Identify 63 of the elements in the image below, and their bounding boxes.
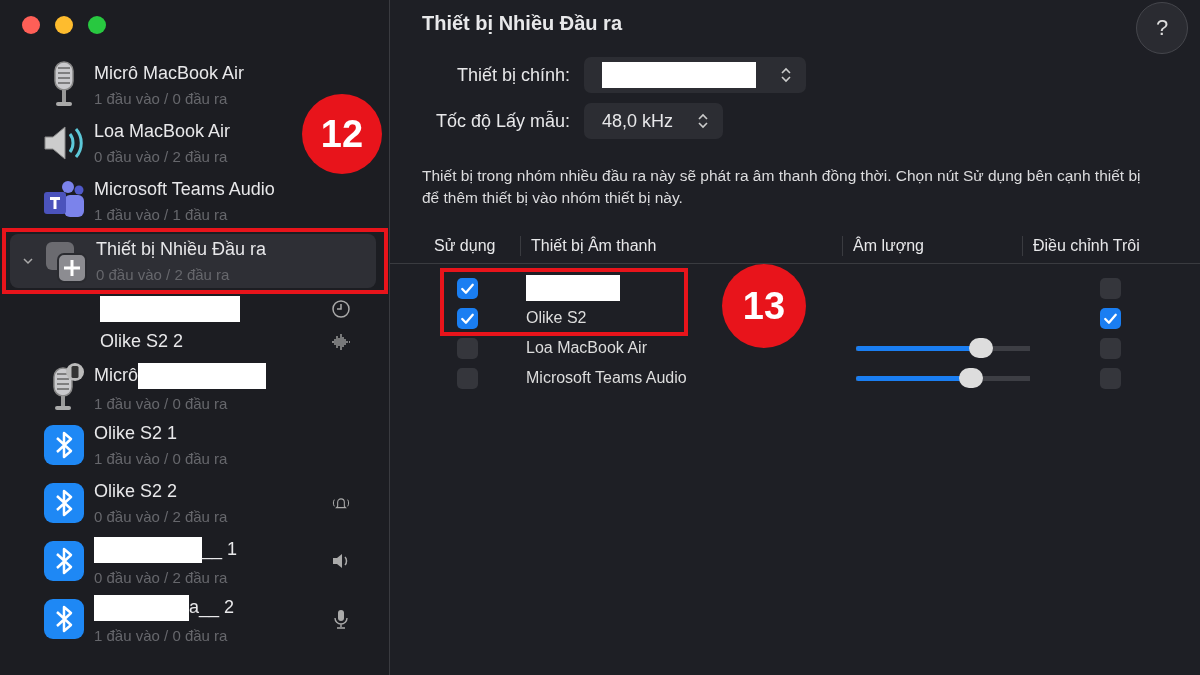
checkbox[interactable] — [1100, 307, 1121, 329]
chevron-icon[interactable] — [22, 255, 34, 267]
column-header[interactable]: Âm lượng — [842, 236, 1022, 256]
device-name: Loa MacBook Air — [94, 121, 231, 142]
device-name: Micrô MacBook Air — [94, 63, 245, 84]
device-list-item[interactable]: Micrô MacBook Air 1 đầu vào / 0 đầu ra — [0, 56, 253, 114]
io-count: 0 đầu vào / 2 đầu ra — [94, 508, 229, 525]
column-header[interactable]: Sử dụng — [390, 236, 520, 256]
microphone-icon — [331, 609, 351, 629]
slider-thumb[interactable] — [958, 368, 983, 388]
waveform-icon — [331, 331, 351, 352]
help-button[interactable]: ? — [1136, 2, 1188, 54]
slider-thumb[interactable] — [969, 338, 994, 358]
checkbox[interactable] — [457, 337, 478, 359]
field-label: Thiết bị chính: — [456, 64, 570, 86]
checkbox[interactable] — [1100, 367, 1121, 389]
device-name: Micrô — [94, 365, 138, 386]
device-name: __ 1 — [202, 539, 238, 560]
checkbox[interactable] — [1100, 337, 1121, 359]
minimize-button[interactable] — [55, 16, 73, 34]
device-name: Olike S2 2 — [100, 331, 184, 352]
device-list-item[interactable]: __ 1 0 đầu vào / 2 đầu ra — [0, 532, 377, 590]
popup-menu[interactable] — [584, 57, 806, 93]
field-label: Tốc độ Lấy mẫu: — [435, 110, 570, 132]
device-name: a__ 2 — [189, 597, 235, 618]
device-list-item[interactable]: Olike S2 2 0 đầu vào / 2 đầu ra — [0, 474, 377, 532]
checkbox[interactable] — [457, 307, 478, 329]
device-list-item[interactable]: Loa MacBook Air 0 đầu vào / 2 đầu ra — [0, 114, 239, 172]
close-button[interactable] — [22, 16, 40, 34]
io-count: 0 đầu vào / 2 đầu ra — [94, 568, 229, 586]
device-name: Olike S2 1 — [94, 423, 178, 444]
checkbox[interactable] — [457, 367, 478, 389]
up-down-arrows-icon — [780, 67, 792, 83]
panel-title: Thiết bị Nhiều Đầu ra — [422, 12, 623, 36]
device-list-item[interactable]: Micrô 1 đầu vào / 0 đầu ra — [0, 358, 274, 416]
device-name: Olike S2 — [526, 309, 587, 327]
io-count: 1 đầu vào / 0 đầu ra — [94, 90, 229, 107]
checkbox[interactable] — [457, 277, 478, 299]
step-number-badge: 12 — [302, 94, 382, 174]
device-name: Microsoft Teams Audio — [94, 179, 275, 200]
io-count: 1 đầu vào / 1 đầu ra — [94, 206, 229, 223]
io-count: 1 đầu vào / 0 đầu ra — [94, 626, 229, 644]
io-count: 0 đầu vào / 2 đầu ra — [94, 148, 229, 165]
column-header[interactable]: Thiết bị Âm thanh — [520, 236, 842, 256]
device-name: Loa MacBook Air — [526, 339, 647, 357]
device-list-item[interactable]: a__ 2 1 đầu vào / 0 đầu ra — [0, 590, 377, 648]
io-count: 1 đầu vào / 0 đầu ra — [94, 450, 228, 467]
device-name: Olike S2 2 — [94, 481, 178, 502]
description-text: Thiết bị trong nhóm nhiều đầu ra này sẽ phát ra âm thanh đồng thời. Chọn nút Sử dụng bên cạnh thiết bị để thêm thiết bị vào nhóm thiết bị này. — [422, 166, 1142, 208]
device-list-item[interactable]: Thiết bị Nhiều Đầu ra 0 đầu vào / 2 đầu ra — [10, 234, 376, 288]
io-count: 0 đầu vào / 2 đầu ra — [96, 266, 231, 283]
device-list-item[interactable]: Microsoft Teams Audio 1 đầu vào / 1 đầu ra — [0, 172, 283, 230]
device-name: Microsoft Teams Audio — [526, 369, 687, 387]
device-list-item[interactable]: Olike S2 1 1 đầu vào / 0 đầu ra — [0, 416, 236, 474]
up-down-arrows-icon — [697, 113, 710, 129]
zoom-button[interactable] — [88, 16, 106, 34]
clock-icon — [331, 298, 351, 319]
column-header[interactable]: Điều chỉnh Trôi — [1022, 236, 1200, 256]
step-number-badge: 13 — [722, 264, 806, 348]
io-count: 1 đầu vào / 0 đầu ra — [94, 394, 229, 412]
checkbox[interactable] — [1100, 277, 1121, 299]
popup-menu[interactable]: 48,0 kHz — [584, 103, 724, 139]
device-name: Thiết bị Nhiều Đầu ra — [96, 239, 267, 260]
